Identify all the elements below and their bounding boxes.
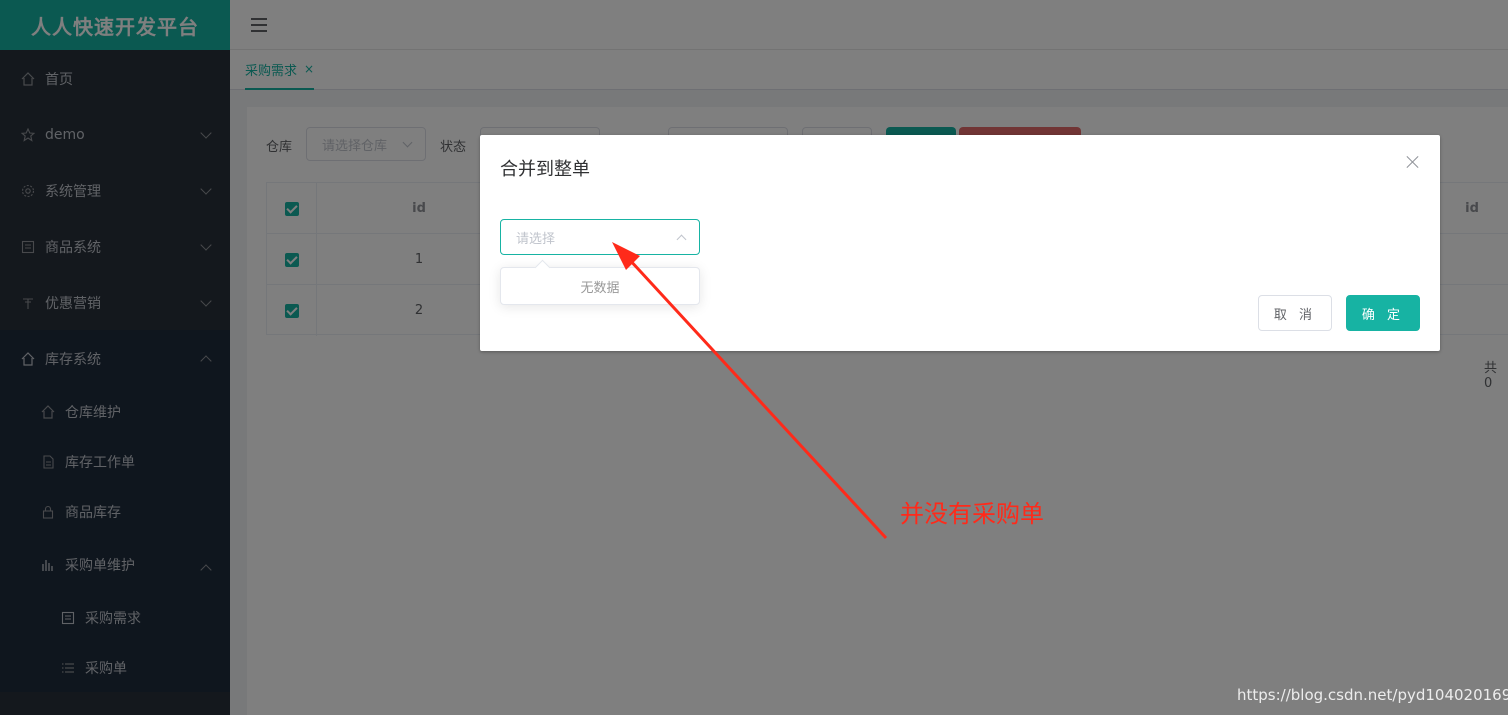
chevron-up-icon bbox=[676, 234, 687, 245]
annotation-text: 并没有采购单 bbox=[900, 500, 1044, 528]
modal-overlay[interactable] bbox=[0, 0, 1508, 715]
empty-text: 无数据 bbox=[580, 280, 620, 296]
purchase-order-select[interactable]: 请选择 bbox=[500, 219, 700, 255]
select-dropdown: 无数据 bbox=[500, 267, 700, 305]
cancel-button[interactable]: 取 消 bbox=[1258, 295, 1332, 331]
merge-dialog: 合并到整单 请选择 无数据 取 消 确 定 bbox=[480, 135, 1440, 351]
watermark: https://blog.csdn.net/pyd1040201698 bbox=[1237, 686, 1508, 704]
close-icon[interactable] bbox=[1406, 155, 1420, 169]
confirm-button[interactable]: 确 定 bbox=[1346, 295, 1420, 331]
dialog-title: 合并到整单 bbox=[500, 159, 590, 180]
select-placeholder: 请选择 bbox=[516, 231, 556, 247]
